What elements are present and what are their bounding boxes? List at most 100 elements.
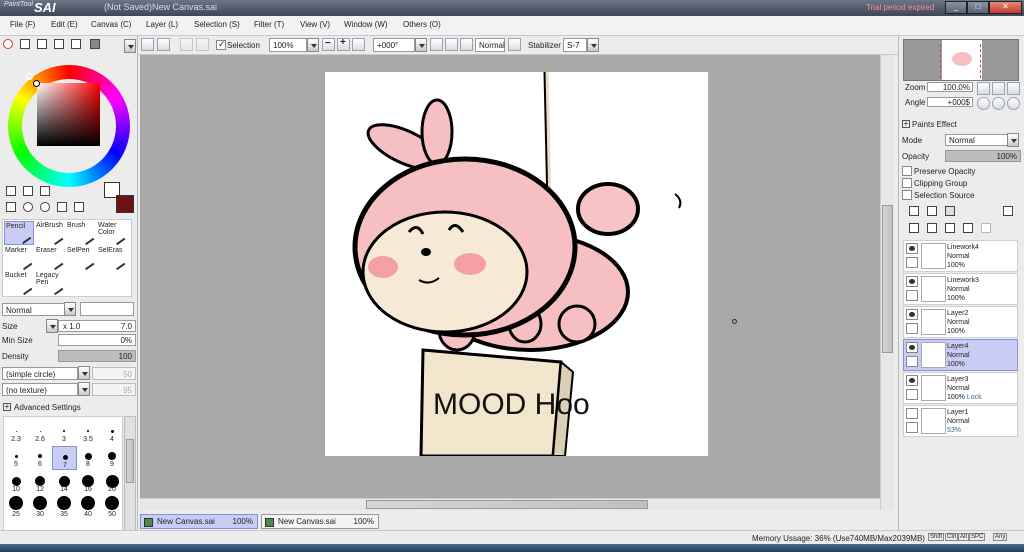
brush-shape-combo[interactable]: (simple circle) bbox=[2, 367, 78, 380]
tool-bucket[interactable]: Bucket bbox=[4, 271, 34, 296]
visibility-eye-icon[interactable] bbox=[906, 342, 918, 353]
tool-seleras[interactable]: SelEras bbox=[97, 246, 127, 271]
visibility-eye-icon[interactable] bbox=[906, 276, 918, 287]
nav-angle-value[interactable]: +000$ bbox=[927, 97, 973, 107]
color-wheel-mode-icon[interactable] bbox=[3, 39, 13, 49]
texture-dropdown-icon[interactable] bbox=[78, 382, 90, 396]
visibility-eye-icon[interactable] bbox=[906, 375, 918, 386]
brush-size-cell[interactable]: 35 bbox=[52, 496, 77, 520]
magic-wand-icon[interactable] bbox=[40, 186, 50, 196]
document-tab-active[interactable]: New Canvas.sai 100% bbox=[140, 514, 258, 529]
rotate-reset-icon[interactable] bbox=[460, 38, 473, 51]
undo-icon[interactable] bbox=[180, 38, 193, 51]
menu-others[interactable]: Others (O) bbox=[403, 20, 441, 29]
size-slider[interactable]: x 1.0 7.0 bbox=[58, 320, 136, 332]
brush-size-cell[interactable]: 2.3 bbox=[4, 421, 29, 445]
texture-combo[interactable]: (no texture) bbox=[2, 383, 78, 396]
blend-dropdown-icon[interactable] bbox=[64, 302, 76, 316]
nav-rotate-right-icon[interactable] bbox=[992, 97, 1005, 110]
merge-down-icon[interactable] bbox=[945, 223, 955, 233]
new-layer-icon[interactable] bbox=[909, 206, 919, 216]
pen-lock-icon[interactable] bbox=[906, 257, 918, 268]
layer-opacity-slider[interactable]: 100% bbox=[945, 150, 1021, 162]
paints-effect-expand-icon[interactable]: + bbox=[902, 120, 910, 128]
stabilizer-dropdown-icon[interactable] bbox=[587, 38, 599, 52]
horizontal-scrollbar[interactable] bbox=[140, 498, 880, 510]
brush-size-cell[interactable]: 9 bbox=[100, 446, 125, 470]
eyedropper-icon[interactable] bbox=[74, 202, 84, 212]
pen-lock-icon[interactable] bbox=[906, 290, 918, 301]
tool-brush[interactable]: Brush bbox=[66, 221, 96, 246]
visibility-eye-icon[interactable] bbox=[906, 309, 918, 320]
zoom-reset-icon[interactable] bbox=[352, 38, 365, 51]
preserve-opacity-checkbox[interactable] bbox=[902, 166, 912, 176]
menu-file[interactable]: File (F) bbox=[10, 20, 35, 29]
minimize-button[interactable]: _ bbox=[945, 1, 967, 14]
rotation-dropdown-icon[interactable] bbox=[415, 38, 427, 52]
move-icon[interactable] bbox=[6, 202, 16, 212]
tool-eraser[interactable]: Eraser bbox=[35, 246, 65, 271]
nav-zoom-reset-icon[interactable] bbox=[1007, 82, 1020, 95]
layer-row-layer1[interactable]: Layer1 Normal 53% bbox=[903, 405, 1018, 437]
paints-effect-header[interactable]: Paints Effect bbox=[912, 120, 957, 129]
zoom-combo[interactable]: 100% bbox=[269, 38, 307, 52]
user-mix-icon[interactable] bbox=[71, 39, 81, 49]
new-folder-icon[interactable] bbox=[945, 206, 955, 216]
maximize-button[interactable]: □ bbox=[967, 1, 989, 14]
invert-selection-icon[interactable] bbox=[157, 38, 170, 51]
view-mode-combo[interactable]: Normal bbox=[475, 38, 505, 52]
redo-icon[interactable] bbox=[196, 38, 209, 51]
rotate-left-icon[interactable] bbox=[430, 38, 443, 51]
scratchpad-icon[interactable] bbox=[90, 39, 100, 49]
density-slider[interactable]: 100 bbox=[58, 350, 136, 362]
menu-filter[interactable]: Filter (T) bbox=[254, 20, 284, 29]
layer-row-layer3[interactable]: Layer3 Normal 100% Lock bbox=[903, 372, 1018, 404]
layer-row-layer4[interactable]: Layer4 Normal 100% bbox=[903, 339, 1018, 371]
brush-shape-strength[interactable]: 50 bbox=[92, 367, 136, 380]
brush-size-cell[interactable]: 20 bbox=[100, 471, 125, 495]
brush-size-cell[interactable]: 25 bbox=[4, 496, 29, 520]
brush-size-scrollbar[interactable] bbox=[124, 416, 136, 544]
clipping-group-checkbox[interactable] bbox=[902, 178, 912, 188]
drawing-canvas[interactable]: MOOD Hoo bbox=[325, 72, 708, 456]
blend-mode-combo[interactable]: Normal bbox=[2, 303, 72, 316]
menu-selection[interactable]: Selection (S) bbox=[194, 20, 240, 29]
brush-size-cell[interactable]: 7 bbox=[52, 446, 77, 470]
new-linework-icon[interactable] bbox=[927, 206, 937, 216]
menu-layer[interactable]: Layer (L) bbox=[146, 20, 178, 29]
zoom-tool-icon[interactable] bbox=[23, 202, 33, 212]
hsv-slider-icon[interactable] bbox=[37, 39, 47, 49]
swatches-icon[interactable] bbox=[54, 39, 64, 49]
zoom-dropdown-icon[interactable] bbox=[307, 38, 319, 52]
nav-rotate-reset-icon[interactable] bbox=[1007, 97, 1020, 110]
brush-size-cell[interactable]: 10 bbox=[4, 471, 29, 495]
layer-mode-combo[interactable]: Normal bbox=[945, 134, 1008, 146]
lasso-icon[interactable] bbox=[23, 186, 33, 196]
brush-shape-dropdown-icon[interactable] bbox=[78, 366, 90, 380]
tool-selpen[interactable]: SelPen bbox=[66, 246, 96, 271]
menu-window[interactable]: Window (W) bbox=[344, 20, 388, 29]
brush-size-cell[interactable]: 4 bbox=[100, 421, 125, 445]
expand-icon[interactable]: + bbox=[3, 403, 11, 411]
nav-zoom-in-icon[interactable] bbox=[992, 82, 1005, 95]
minsize-slider[interactable]: 0% bbox=[58, 334, 136, 346]
tool-legacy-pen[interactable]: Legacy Pen bbox=[35, 271, 65, 296]
selection-source-checkbox[interactable] bbox=[902, 190, 912, 200]
zoom-out-icon[interactable]: − bbox=[322, 38, 335, 51]
visibility-eye-icon[interactable] bbox=[906, 243, 918, 254]
vertical-scrollbar[interactable] bbox=[880, 55, 894, 510]
brush-size-cell[interactable]: 14 bbox=[52, 471, 77, 495]
rgb-slider-icon[interactable] bbox=[20, 39, 30, 49]
clear-layer-icon[interactable] bbox=[963, 223, 973, 233]
brush-size-cell[interactable]: 5 bbox=[4, 446, 29, 470]
brush-size-cell[interactable]: 40 bbox=[76, 496, 101, 520]
pen-lock-icon[interactable] bbox=[906, 422, 918, 433]
brush-size-cell[interactable]: 2.6 bbox=[28, 421, 53, 445]
zoom-in-icon[interactable]: + bbox=[337, 37, 350, 51]
brush-size-cell[interactable]: 12 bbox=[28, 471, 53, 495]
menu-view[interactable]: View (V) bbox=[300, 20, 330, 29]
secondary-color-swatch[interactable] bbox=[116, 195, 134, 213]
document-tab[interactable]: New Canvas.sai 100% bbox=[261, 514, 379, 529]
flip-view-icon[interactable] bbox=[508, 38, 521, 51]
menu-edit[interactable]: Edit (E) bbox=[51, 20, 78, 29]
